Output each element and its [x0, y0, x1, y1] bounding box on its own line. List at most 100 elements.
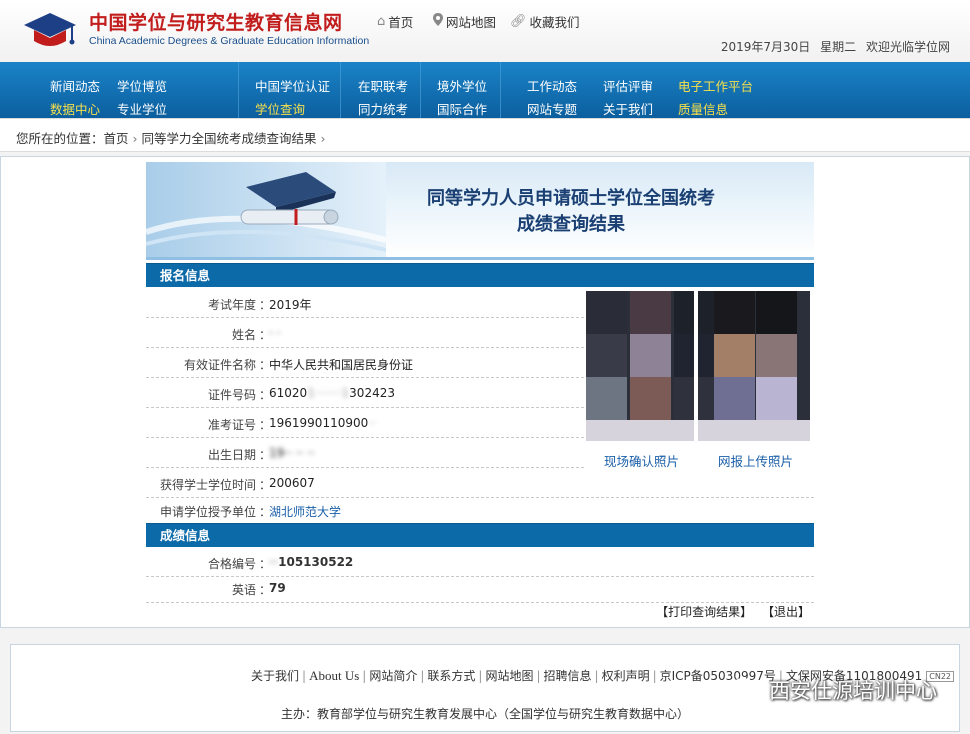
field-value: 中华人民共和国居民身份证 [269, 358, 414, 372]
breadcrumb-home-link[interactable]: 首页 [104, 131, 129, 146]
current-weekday: 星期二 [820, 40, 857, 54]
nav-item-quality-info[interactable]: 质量信息 [678, 99, 728, 118]
section-header-score: 成绩信息 [146, 523, 814, 547]
nav-item-international[interactable]: 国际合作 [437, 99, 487, 118]
date-welcome-bar: 2019年7月30日 星期二 欢迎光临学位网 [715, 38, 950, 55]
field-label: 考试年度 [207, 298, 256, 312]
nav-item-e-platform[interactable]: 电子工作平台 [678, 76, 753, 95]
field-value-link[interactable]: 湖北师范大学 [269, 503, 341, 520]
welcome-text: 欢迎光临学位网 [865, 40, 950, 54]
nav-item-about-us[interactable]: 关于我们 [603, 99, 653, 118]
breadcrumb-prefix: 您所在的位置： [16, 131, 104, 146]
nav-item-degree-certification[interactable]: 中国学位认证 [255, 76, 330, 95]
info-row-degree-unit: 申请学位授予单位： 湖北师范大学 [159, 503, 342, 520]
chevron-right-icon: › [132, 131, 138, 146]
field-label: 获得学士学位时间 [159, 478, 256, 492]
field-label: 姓名 [231, 328, 256, 342]
english-score-value: 79 [269, 581, 286, 595]
field-value: 610201·······1302423 [269, 386, 395, 400]
field-label: 准考证号 [207, 418, 256, 432]
nav-item-professional-degree[interactable]: 专业学位 [117, 99, 167, 118]
info-row-birth-date: 出生日期： 19·· ·· ·· [146, 438, 584, 468]
footer-link-about-en[interactable]: About Us [309, 668, 359, 683]
nav-divider [420, 62, 421, 118]
print-result-button[interactable]: 【打印查询结果】 [656, 605, 752, 619]
chevron-right-icon: › [320, 131, 326, 146]
field-label: 有效证件名称 [183, 358, 256, 372]
home-link[interactable]: ⌂ 首页 [377, 12, 413, 31]
site-subtitle: China Academic Degrees & Graduate Educat… [89, 35, 370, 47]
nav-item-overseas-degree[interactable]: 境外学位 [437, 76, 487, 95]
field-value: 200607 [269, 476, 315, 490]
bookmark-link-label: 收藏我们 [529, 15, 580, 30]
info-row-bachelor-date: 获得学士学位时间： 200607 [146, 468, 814, 498]
result-title-line2: 成绩查询结果 [517, 214, 625, 235]
section-header-registration: 报名信息 [146, 263, 814, 287]
nav-item-work-news[interactable]: 工作动态 [527, 76, 577, 95]
score-row-english: 英语： 79 [146, 573, 814, 603]
footer-link-jobs[interactable]: 招聘信息 [544, 669, 592, 683]
footer-link-about[interactable]: 关于我们 [251, 669, 299, 683]
site-title[interactable]: 中国学位与研究生教育信息网 [89, 8, 343, 35]
info-row-admission-number: 准考证号： 1961990110900·· [146, 408, 584, 438]
watermark-text: 西安仕源培训中心 [769, 679, 937, 703]
wechat-watermark: 西安仕源培训中心 [731, 675, 937, 705]
footer-host: 主办：教育部学位与研究生教育发展中心（全国学位与研究生教育数据中心） [281, 707, 690, 721]
nav-item-degree-expo[interactable]: 学位博览 [117, 76, 167, 95]
nav-divider [340, 62, 341, 118]
info-row-exam-year: 考试年度： 2019年 [146, 288, 584, 318]
nav-item-equivalent-exam[interactable]: 同力统考 [358, 99, 408, 118]
diploma-scroll-icon [146, 162, 386, 257]
footer-link-sitemap[interactable]: 网站地图 [485, 669, 533, 683]
home-icon: ⌂ [377, 14, 386, 29]
nav-item-special-topics[interactable]: 网站专题 [527, 99, 577, 118]
section-title: 成绩信息 [160, 528, 211, 543]
link-icon: 🔗︎ [510, 14, 527, 29]
site-footer: 关于我们 | About Us | 网站简介 | 联系方式 | 网站地图 | 招聘信息 | 权利声明 | 京… [10, 644, 960, 732]
nav-item-evaluation[interactable]: 评估评审 [603, 76, 653, 95]
uploaded-photo-label: 网报上传照片 [718, 454, 794, 469]
site-header: 中国学位与研究生教育信息网 China Academic Degrees & G… [0, 0, 970, 62]
field-label: 申请学位授予单位 [159, 505, 256, 519]
main-nav: 新闻动态 学位博览 数据中心 专业学位 中国学位认证 学位查询 在职联考 同力统… [0, 62, 970, 118]
candidate-photo-pixelated [586, 291, 810, 441]
sitemap-link[interactable]: 网站地图 [433, 12, 496, 31]
field-label: 出生日期 [207, 448, 256, 462]
result-title-line1: 同等学力人员申请硕士学位全国统考 [427, 188, 715, 209]
nav-item-inservice-exam[interactable]: 在职联考 [358, 76, 408, 95]
field-value: · · [269, 326, 281, 340]
sitemap-link-label: 网站地图 [446, 15, 497, 30]
field-value: ··105130522 [269, 555, 354, 569]
breadcrumb: 您所在的位置：首页 › 同等学力全国统考成绩查询结果 › [0, 118, 970, 152]
info-row-id-number: 证件号码： 610201·······1302423 [146, 378, 584, 408]
bookmark-link[interactable]: 🔗︎ 收藏我们 [510, 12, 580, 31]
field-label: 证件号码 [207, 388, 256, 402]
field-label: 英语 [231, 583, 256, 597]
field-label: 合格编号 [207, 557, 256, 571]
footer-link-intro[interactable]: 网站简介 [369, 669, 417, 683]
nav-divider [500, 62, 501, 118]
nav-item-data-center[interactable]: 数据中心 [50, 99, 100, 118]
result-banner: 同等学力人员申请硕士学位全国统考 成绩查询结果 [146, 162, 814, 260]
info-row-id-type: 有效证件名称： 中华人民共和国居民身份证 [146, 348, 584, 378]
footer-link-contact[interactable]: 联系方式 [427, 669, 475, 683]
result-actions: 【打印查询结果】 【退出】 [650, 603, 810, 620]
field-value: 1961990110900·· [269, 416, 376, 430]
field-value: 19·· ·· ·· [269, 446, 315, 460]
onsite-photo-label: 现场确认照片 [604, 454, 680, 469]
breadcrumb-current: 同等学力全国统考成绩查询结果 [141, 131, 317, 146]
current-date: 2019年7月30日 [720, 40, 811, 54]
section-title: 报名信息 [160, 268, 211, 283]
info-row-name: 姓名： · · [146, 318, 584, 348]
location-pin-icon [433, 13, 443, 30]
footer-link-rights[interactable]: 权利声明 [602, 669, 650, 683]
result-card: 同等学力人员申请硕士学位全国统考 成绩查询结果 报名信息 考试年度： 2019年… [146, 160, 814, 622]
nav-item-news[interactable]: 新闻动态 [50, 76, 100, 95]
nav-item-degree-query[interactable]: 学位查询 [255, 99, 305, 118]
home-link-label: 首页 [388, 15, 414, 30]
field-value: 2019年 [269, 298, 312, 312]
exit-button[interactable]: 【退出】 [762, 605, 810, 619]
wechat-icon [731, 678, 762, 702]
nav-divider [238, 62, 239, 118]
graduation-cap-logo-icon[interactable] [20, 7, 80, 53]
